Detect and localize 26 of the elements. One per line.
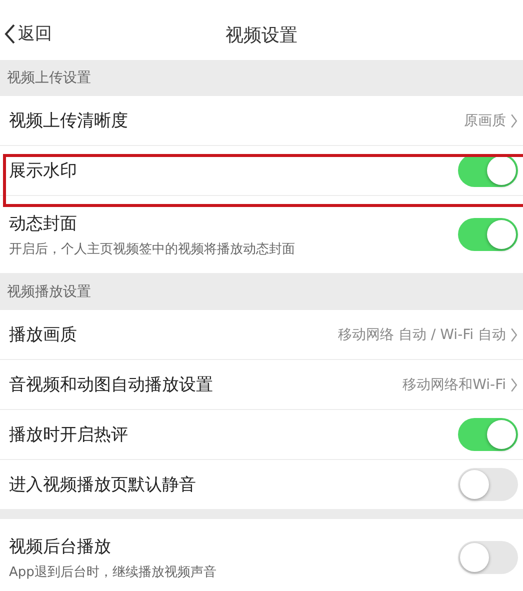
setting-description: App退到后台时，继续播放视频声音 bbox=[9, 564, 218, 580]
toggle-switch[interactable] bbox=[458, 154, 518, 187]
chevron-icon bbox=[510, 326, 518, 342]
setting-label: 进入视频播放页默认静音 bbox=[9, 474, 197, 496]
setting-label: 播放时开启热评 bbox=[9, 424, 129, 446]
chevron-icon bbox=[510, 112, 518, 128]
setting-label: 音视频和动图自动播放设置 bbox=[9, 374, 214, 396]
setting-value[interactable]: 原画质 bbox=[464, 112, 518, 130]
setting-label: 视频上传清晰度 bbox=[9, 110, 129, 132]
back-icon bbox=[4, 22, 16, 44]
page-title: 视频设置 bbox=[226, 24, 298, 47]
setting-label: 动态封面 bbox=[9, 212, 78, 234]
setting-label: 展示水印 bbox=[9, 160, 78, 182]
setting-label: 视频后台播放 bbox=[9, 536, 112, 558]
toggle-switch[interactable] bbox=[458, 418, 518, 451]
toggle-switch[interactable] bbox=[458, 541, 518, 574]
toggle-switch[interactable] bbox=[458, 468, 518, 501]
toggle-switch[interactable] bbox=[458, 218, 518, 251]
chevron-icon bbox=[510, 376, 518, 392]
setting-value[interactable]: 移动网络和Wi-Fi bbox=[402, 376, 518, 394]
setting-label: 播放画质 bbox=[9, 324, 78, 346]
section-title: 视频播放设置 bbox=[7, 283, 91, 301]
setting-value[interactable]: 移动网络 自动 / Wi-Fi 自动 bbox=[338, 326, 518, 344]
back-button[interactable]: 返回 bbox=[4, 22, 52, 45]
setting-description: 开启后，个人主页视频签中的视频将播放动态封面 bbox=[9, 240, 296, 258]
section-title: 视频上传设置 bbox=[7, 69, 91, 87]
